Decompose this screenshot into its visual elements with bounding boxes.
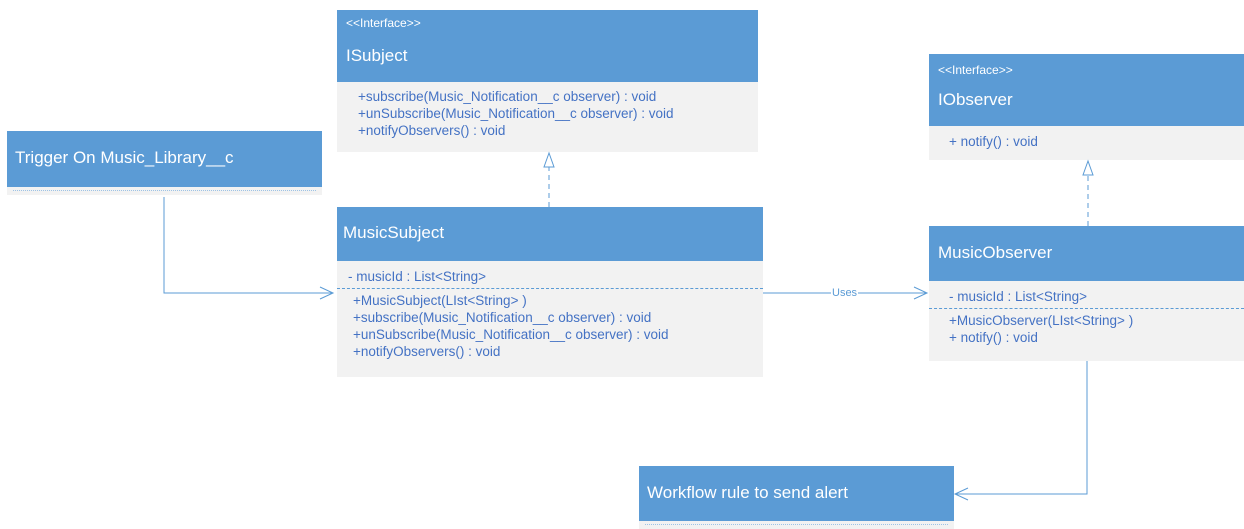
uses-label: Uses	[831, 287, 859, 299]
observer-to-workflow-edge	[956, 361, 1088, 495]
trigger-to-subject-edge	[163, 197, 332, 294]
connectors	[163, 151, 1094, 501]
observer-realization-arrowhead	[1082, 159, 1094, 176]
subject-realization-arrowhead	[543, 151, 555, 168]
